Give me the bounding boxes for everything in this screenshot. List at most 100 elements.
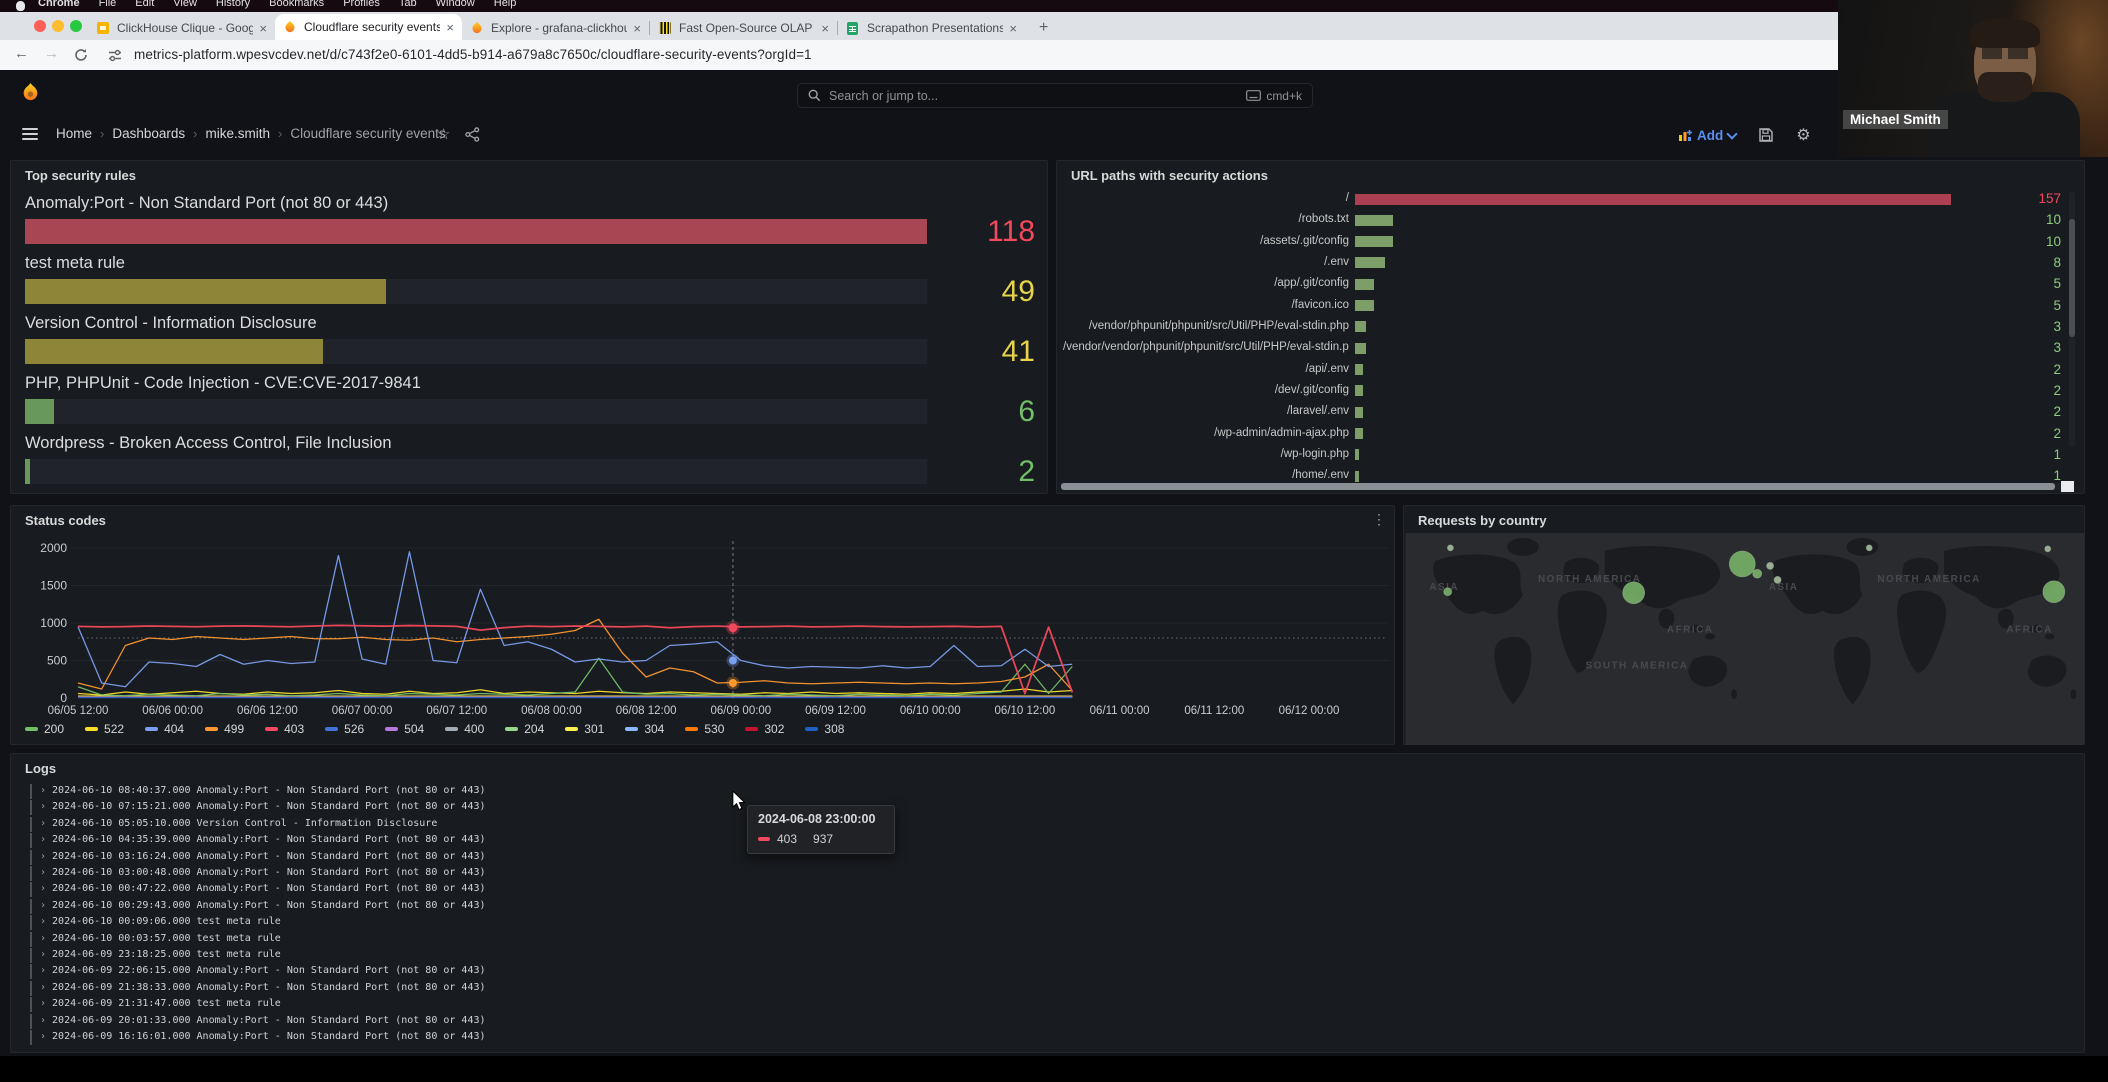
panel-title[interactable]: Top security rules bbox=[25, 168, 136, 183]
url-path-label[interactable]: /laravel/.env bbox=[1063, 405, 1349, 417]
log-expand-icon[interactable]: › bbox=[40, 965, 46, 976]
menu-item-help[interactable]: Help bbox=[494, 0, 517, 9]
panel-requests-by-country[interactable]: Requests by country ASIANORTH AMERICASOU… bbox=[1403, 505, 2085, 745]
panel-status-codes[interactable]: Status codes ⋮ 050010001500200006/05 12:… bbox=[10, 505, 1395, 745]
horizontal-scrollbar[interactable] bbox=[1061, 483, 2071, 490]
log-row[interactable]: ›2024-06-10 00:03:57.000 test meta rule bbox=[30, 932, 281, 947]
panel-logs[interactable]: Logs ›2024-06-10 08:40:37.000 Anomaly:Po… bbox=[10, 753, 2085, 1053]
legend-item[interactable]: 200 bbox=[25, 722, 64, 736]
menu-item-bookmarks[interactable]: Bookmarks bbox=[269, 0, 324, 9]
log-row[interactable]: ›2024-06-10 05:05:10.000 Version Control… bbox=[30, 817, 437, 832]
log-expand-icon[interactable]: › bbox=[40, 1015, 46, 1026]
menu-item-history[interactable]: History bbox=[216, 0, 250, 9]
log-expand-icon[interactable]: › bbox=[40, 982, 46, 993]
panel-title[interactable]: Requests by country bbox=[1418, 513, 1547, 528]
new-tab-button[interactable]: + bbox=[1039, 19, 1048, 37]
window-minimize-button[interactable] bbox=[52, 20, 64, 32]
log-row[interactable]: ›2024-06-09 21:31:47.000 test meta rule bbox=[30, 997, 281, 1012]
tab-close-icon[interactable]: × bbox=[440, 20, 454, 35]
tab-3[interactable]: Explore - grafana-clickhous× bbox=[462, 16, 649, 40]
log-expand-icon[interactable]: › bbox=[40, 916, 46, 927]
url-path-label[interactable]: /home/.env bbox=[1063, 469, 1349, 481]
legend-item[interactable]: 204 bbox=[505, 722, 544, 736]
grafana-logo-icon[interactable] bbox=[20, 82, 41, 103]
log-expand-icon[interactable]: › bbox=[40, 998, 46, 1009]
legend-item[interactable]: 308 bbox=[805, 722, 844, 736]
url-field[interactable]: metrics-platform.wpesvcdev.net/d/c743f2e… bbox=[134, 47, 812, 62]
legend-item[interactable]: 304 bbox=[625, 722, 664, 736]
log-row[interactable]: ›2024-06-10 00:47:22.000 Anomaly:Port - … bbox=[30, 882, 486, 897]
breadcrumb-item[interactable]: mike.smith bbox=[206, 126, 271, 141]
log-expand-icon[interactable]: › bbox=[40, 883, 46, 894]
tab-4[interactable]: Fast Open-Source OLAP DBI× bbox=[650, 16, 837, 40]
panel-title[interactable]: URL paths with security actions bbox=[1071, 168, 1268, 183]
log-expand-icon[interactable]: › bbox=[40, 834, 46, 845]
legend-item[interactable]: 400 bbox=[445, 722, 484, 736]
url-path-label[interactable]: /wp-admin/admin-ajax.php bbox=[1063, 427, 1349, 439]
url-path-label[interactable]: /assets/.git/config bbox=[1063, 235, 1349, 247]
menu-item-profiles[interactable]: Profiles bbox=[343, 0, 380, 9]
log-expand-icon[interactable]: › bbox=[40, 801, 46, 812]
back-icon[interactable]: ← bbox=[14, 45, 29, 62]
legend-item[interactable]: 526 bbox=[325, 722, 364, 736]
log-row[interactable]: ›2024-06-10 00:09:06.000 test meta rule bbox=[30, 915, 281, 930]
log-expand-icon[interactable]: › bbox=[40, 818, 46, 829]
legend-item[interactable]: 404 bbox=[145, 722, 184, 736]
legend-item[interactable]: 522 bbox=[85, 722, 124, 736]
window-close-button[interactable] bbox=[34, 20, 46, 32]
log-row[interactable]: ›2024-06-10 07:15:21.000 Anomaly:Port - … bbox=[30, 800, 486, 815]
url-path-label[interactable]: /favicon.ico bbox=[1063, 299, 1349, 311]
mega-menu-icon[interactable] bbox=[22, 128, 38, 143]
log-row[interactable]: ›2024-06-10 03:16:24.000 Anomaly:Port - … bbox=[30, 850, 486, 865]
panel-url-paths[interactable]: URL paths with security actions /157/rob… bbox=[1056, 160, 2085, 494]
world-map[interactable]: ASIANORTH AMERICASOUTH AMERICAAFRICAASIA… bbox=[1405, 533, 2085, 745]
reload-icon[interactable] bbox=[74, 48, 88, 62]
log-row[interactable]: ›2024-06-09 16:16:01.000 Anomaly:Port - … bbox=[30, 1030, 486, 1045]
forward-icon[interactable]: → bbox=[44, 45, 59, 62]
log-expand-icon[interactable]: › bbox=[40, 1031, 46, 1042]
tab-1[interactable]: ClickHouse Clique - Google S× bbox=[88, 16, 275, 40]
legend-item[interactable]: 530 bbox=[685, 722, 724, 736]
panel-top-security-rules[interactable]: Top security rules Anomaly:Port - Non St… bbox=[10, 160, 1048, 494]
legend-item[interactable]: 504 bbox=[385, 722, 424, 736]
share-icon[interactable] bbox=[465, 127, 480, 142]
log-row[interactable]: ›2024-06-09 21:38:33.000 Anomaly:Port - … bbox=[30, 981, 486, 996]
menu-item-file[interactable]: File bbox=[99, 0, 117, 9]
url-path-label[interactable]: /vendor/vendor/phpunit/phpunit/src/Util/… bbox=[1063, 341, 1349, 353]
save-dashboard-icon[interactable] bbox=[1758, 127, 1774, 143]
url-path-label[interactable]: /app/.git/config bbox=[1063, 277, 1349, 289]
star-icon[interactable]: ☆ bbox=[437, 125, 450, 143]
breadcrumb-item[interactable]: Home bbox=[56, 126, 92, 141]
url-path-label[interactable]: /wp-login.php bbox=[1063, 448, 1349, 460]
log-row[interactable]: ›2024-06-09 22:06:15.000 Anomaly:Port - … bbox=[30, 964, 486, 979]
url-path-label[interactable]: /vendor/phpunit/phpunit/src/Util/PHP/eva… bbox=[1063, 320, 1349, 332]
log-row[interactable]: ›2024-06-10 08:40:37.000 Anomaly:Port - … bbox=[30, 784, 486, 799]
add-panel-button[interactable]: Add bbox=[1678, 128, 1736, 143]
log-row[interactable]: ›2024-06-10 03:00:48.000 Anomaly:Port - … bbox=[30, 866, 486, 881]
panel-title[interactable]: Logs bbox=[25, 761, 56, 776]
dashboard-settings-icon[interactable]: ⚙ bbox=[1796, 125, 1810, 145]
legend-item[interactable]: 499 bbox=[205, 722, 244, 736]
log-row[interactable]: ›2024-06-09 23:18:25.000 test meta rule bbox=[30, 948, 281, 963]
tab-2[interactable]: Cloudflare security events - m× bbox=[275, 14, 462, 40]
timeseries-chart[interactable]: 050010001500200006/05 12:0006/06 00:0006… bbox=[11, 506, 1396, 746]
log-expand-icon[interactable]: › bbox=[40, 900, 46, 911]
menu-item-window[interactable]: Window bbox=[436, 0, 475, 9]
tab-close-icon[interactable]: × bbox=[627, 21, 641, 36]
breadcrumb-item[interactable]: Dashboards bbox=[112, 126, 185, 141]
log-row[interactable]: ›2024-06-10 00:29:43.000 Anomaly:Port - … bbox=[30, 899, 486, 914]
window-zoom-button[interactable] bbox=[70, 20, 82, 32]
tab-5[interactable]: Scrapathon Presentations - G× bbox=[838, 16, 1025, 40]
url-path-label[interactable]: /robots.txt bbox=[1063, 213, 1349, 225]
log-row[interactable]: ›2024-06-09 20:01:33.000 Anomaly:Port - … bbox=[30, 1014, 486, 1029]
breadcrumb-item[interactable]: Cloudflare security events bbox=[290, 126, 445, 141]
legend-item[interactable]: 302 bbox=[745, 722, 784, 736]
log-expand-icon[interactable]: › bbox=[40, 933, 46, 944]
tab-close-icon[interactable]: × bbox=[1003, 21, 1017, 36]
log-expand-icon[interactable]: › bbox=[40, 785, 46, 796]
apple-logo-icon[interactable] bbox=[16, 1, 25, 11]
menu-item-tab[interactable]: Tab bbox=[399, 0, 417, 9]
url-path-label[interactable]: /.env bbox=[1063, 256, 1349, 268]
legend-item[interactable]: 301 bbox=[565, 722, 604, 736]
menu-item-view[interactable]: View bbox=[173, 0, 197, 9]
